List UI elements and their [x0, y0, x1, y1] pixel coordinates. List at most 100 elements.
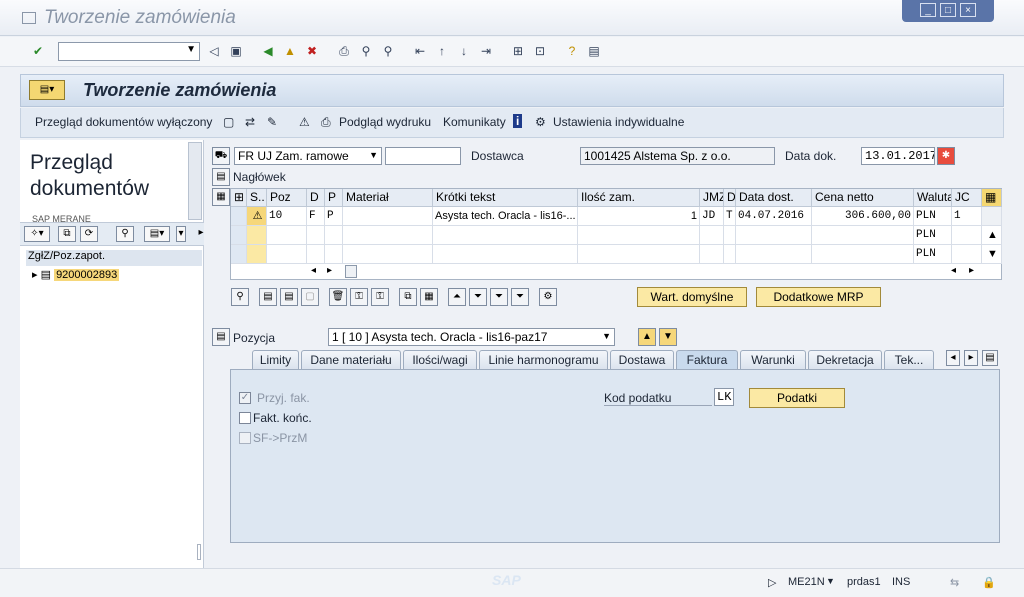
cell-date-cat[interactable] [724, 245, 736, 264]
gr-invoice-checkbox[interactable]: ✓ [239, 392, 251, 404]
item-select[interactable]: 1 [ 10 ] Asysta tech. Oracla - lis16-paz… [328, 328, 615, 346]
additional-mrp-button[interactable]: Dodatkowe MRP [756, 287, 881, 307]
cell-date-cat[interactable] [724, 226, 736, 245]
cell-item[interactable] [267, 245, 307, 264]
chevron-down-icon[interactable]: ▼ [369, 150, 378, 160]
cell-unit[interactable] [700, 226, 724, 245]
col-header-date-cat[interactable]: D [724, 189, 736, 207]
chevron-down-icon[interactable]: ▼ [826, 576, 835, 586]
shortcut-icon[interactable]: ⊡ [532, 43, 548, 59]
find-next-icon[interactable]: ⚲ [380, 43, 396, 59]
doc-date-field[interactable]: 13.01.2017 [861, 147, 935, 165]
cell-material[interactable] [343, 207, 433, 226]
tab-dekretacja[interactable]: Dekretacja [808, 350, 882, 369]
copy-icon[interactable]: ⧉ [399, 288, 417, 306]
find-icon[interactable]: ⚲ [116, 226, 134, 242]
check-icon[interactable]: ⚠ [299, 115, 310, 129]
find-icon[interactable]: ⚲ [358, 43, 374, 59]
settings-icon[interactable]: ⚙ [535, 115, 546, 129]
exit-icon[interactable]: ▲ [282, 43, 298, 59]
tab-ilosci-wagi[interactable]: Ilości/wagi [403, 350, 477, 369]
header-toggle-icon[interactable]: ▤ [212, 168, 230, 186]
tab-dane-materialu[interactable]: Dane materiału [301, 350, 401, 369]
cell-net-price[interactable] [812, 245, 914, 264]
expand-icon[interactable]: ▸ [32, 269, 38, 281]
cell-unit[interactable]: JD [700, 207, 724, 226]
tab-warunki[interactable]: Warunki [740, 350, 806, 369]
filter-icon[interactable]: ⏷ [469, 288, 487, 306]
cell-price-unit[interactable] [952, 226, 982, 245]
cell-net-price[interactable]: 306.600,00 [812, 207, 914, 226]
col-header-status[interactable]: S.. [247, 189, 267, 207]
paste-icon[interactable]: ▦ [420, 288, 438, 306]
cell-cat[interactable] [325, 226, 343, 245]
cell-unit[interactable] [700, 245, 724, 264]
row-selector[interactable] [231, 245, 247, 264]
cell-date-cat[interactable]: T [724, 207, 736, 226]
personal-settings-button[interactable]: Ustawienia indywidualne [553, 115, 684, 129]
print-preview-button[interactable]: Podgląd wydruku [339, 115, 431, 129]
cell-qty[interactable] [578, 245, 700, 264]
prev-item-icon[interactable]: ▲ [638, 328, 656, 346]
new-document-icon[interactable]: ▢ [223, 115, 234, 129]
cell-price-unit[interactable]: 1 [952, 207, 982, 226]
minimize-button[interactable]: _ [920, 3, 936, 17]
play-icon[interactable]: ▷ [768, 576, 776, 589]
col-header-qty[interactable]: Ilość zam. [578, 189, 700, 207]
cell-acct[interactable] [307, 245, 325, 264]
sort-icon[interactable]: ⏶ [448, 288, 466, 306]
next-item-icon[interactable]: ▼ [659, 328, 677, 346]
list-item[interactable]: ▸ ▤ 9200002893 [32, 268, 120, 281]
splitter-handle[interactable] [197, 544, 201, 560]
doc-overview-button[interactable]: Przegląd dokumentów wyłączony [35, 115, 212, 129]
next-page-icon[interactable]: ↓ [456, 43, 472, 59]
cell-net-price[interactable] [812, 226, 914, 245]
help-icon[interactable]: ? [564, 43, 580, 59]
col-header-delivery-date[interactable]: Data dost. [736, 189, 812, 207]
selection-variant-icon[interactable]: ✧▾ [24, 226, 50, 242]
display-change-icon[interactable]: ✎ [267, 115, 277, 129]
enter-icon[interactable]: ✔ [30, 43, 46, 59]
order-type-select[interactable]: FR UJ Zam. ramowe ▼ [234, 147, 382, 165]
col-header-item[interactable]: Poz [267, 189, 307, 207]
col-header-unit[interactable]: JMZ [700, 189, 724, 207]
unlock-icon[interactable]: ⚿ [371, 288, 389, 306]
cell-delivery-date[interactable] [736, 245, 812, 264]
col-header-material[interactable]: Materiał [343, 189, 433, 207]
customize-icon[interactable]: ▤ [586, 43, 602, 59]
scroll-up-icon[interactable]: ▲ [982, 226, 1002, 245]
select-block-icon[interactable]: ▤ [280, 288, 298, 306]
sf-prz-checkbox[interactable] [239, 432, 251, 444]
close-button[interactable]: × [960, 3, 976, 17]
cell-currency[interactable]: PLN [914, 207, 952, 226]
table-settings-icon[interactable]: ▦ [212, 188, 230, 206]
tab-list-icon[interactable]: ▤ [982, 350, 998, 366]
col-header-price-unit[interactable]: JC [952, 189, 982, 207]
command-field[interactable]: ▼ [58, 42, 200, 61]
tab-dostawa[interactable]: Dostawa [610, 350, 674, 369]
copy-icon[interactable]: ⧉ [58, 226, 76, 242]
cell-qty[interactable]: 1 [578, 207, 700, 226]
warning-icon[interactable]: ⚠ [247, 207, 267, 226]
chevron-down-icon[interactable]: ▼ [602, 331, 611, 341]
tab-scroll-left-icon[interactable]: ◂ [946, 350, 960, 366]
messages-button[interactable]: Komunikaty [443, 115, 506, 129]
scroll-left-icon[interactable]: ◂ [311, 265, 316, 276]
cell-item[interactable] [267, 226, 307, 245]
table-select-all[interactable]: ⊞ [231, 189, 247, 207]
layout-dropdown-icon[interactable]: ▾ [176, 226, 186, 242]
vscroll-track[interactable] [982, 207, 1002, 226]
cell-short-text[interactable] [433, 226, 578, 245]
header-toggle-label[interactable]: Nagłówek [233, 170, 286, 184]
taxes-button[interactable]: Podatki [749, 388, 845, 408]
col-header-net-price[interactable]: Cena netto [812, 189, 914, 207]
tax-code-field[interactable]: LK [714, 388, 734, 406]
row-selector[interactable] [231, 226, 247, 245]
prev-page-icon[interactable]: ↑ [434, 43, 450, 59]
cell-currency[interactable]: PLN [914, 245, 952, 264]
filter-delete-icon[interactable]: ⏷ [511, 288, 529, 306]
scroll-right-icon[interactable]: ▸ [192, 226, 210, 242]
refresh-icon[interactable]: ⟳ [80, 226, 98, 242]
cell-short-text[interactable] [433, 245, 578, 264]
chevron-down-icon[interactable]: ▼ [186, 44, 196, 55]
